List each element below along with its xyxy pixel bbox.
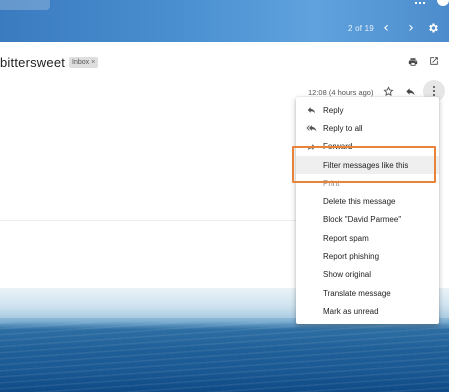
label-text: Inbox bbox=[72, 59, 90, 66]
menu-item-label: Report spam bbox=[323, 233, 369, 243]
menu-item-mark-unread[interactable]: Mark as unread bbox=[296, 302, 439, 320]
menu-item-show-original[interactable]: Show original bbox=[296, 266, 439, 284]
menu-item-delete[interactable]: Delete this message bbox=[296, 192, 439, 210]
menu-item-label: Delete this message bbox=[323, 197, 396, 207]
section-divider bbox=[0, 220, 300, 221]
menu-item-label: Reply bbox=[323, 105, 344, 115]
star-icon[interactable] bbox=[383, 86, 394, 97]
pager-count: 2 of 19 bbox=[348, 24, 374, 33]
apps-grid-icon[interactable] bbox=[415, 0, 425, 4]
menu-item-label: Translate message bbox=[323, 288, 391, 298]
more-vert-icon bbox=[433, 86, 435, 88]
menu-item-translate[interactable]: Translate message bbox=[296, 284, 439, 302]
highlight-annotation bbox=[292, 146, 436, 183]
menu-item-label: Reply to all bbox=[323, 123, 363, 133]
next-message-button[interactable]: › bbox=[403, 18, 419, 38]
gear-icon[interactable] bbox=[427, 22, 439, 34]
reply-icon[interactable] bbox=[405, 86, 416, 97]
background-waves bbox=[0, 322, 449, 392]
open-new-window-icon[interactable] bbox=[429, 56, 439, 66]
menu-item-label: Block "David Parmee" bbox=[323, 215, 402, 225]
remove-label-button[interactable]: × bbox=[91, 59, 95, 66]
inbox-label-chip: Inbox × bbox=[69, 57, 99, 68]
menu-item-report-spam[interactable]: Report spam bbox=[296, 229, 439, 247]
message-timestamp: 12:08 (4 hours ago) bbox=[308, 88, 374, 97]
menu-item-report-phishing[interactable]: Report phishing bbox=[296, 247, 439, 265]
menu-item-reply[interactable]: Reply bbox=[296, 101, 439, 119]
previous-message-button[interactable]: ‹ bbox=[378, 18, 394, 38]
message-options-menu: Reply Reply to all Forward Filter messag… bbox=[296, 97, 439, 324]
menu-item-label: Mark as unread bbox=[323, 306, 379, 316]
menu-item-reply-all[interactable]: Reply to all bbox=[296, 119, 439, 137]
menu-item-label: Show original bbox=[323, 270, 372, 280]
top-toolbar: 2 of 19 ‹ › bbox=[0, 0, 449, 42]
print-icon[interactable] bbox=[408, 57, 418, 67]
reply-all-icon bbox=[306, 125, 317, 132]
menu-item-block-sender[interactable]: Block "David Parmee" bbox=[296, 211, 439, 229]
search-bar[interactable] bbox=[0, 0, 50, 10]
email-subject: bittersweet bbox=[0, 55, 66, 70]
menu-item-label: Report phishing bbox=[323, 252, 380, 262]
avatar[interactable] bbox=[437, 0, 449, 6]
reply-icon bbox=[307, 107, 316, 114]
